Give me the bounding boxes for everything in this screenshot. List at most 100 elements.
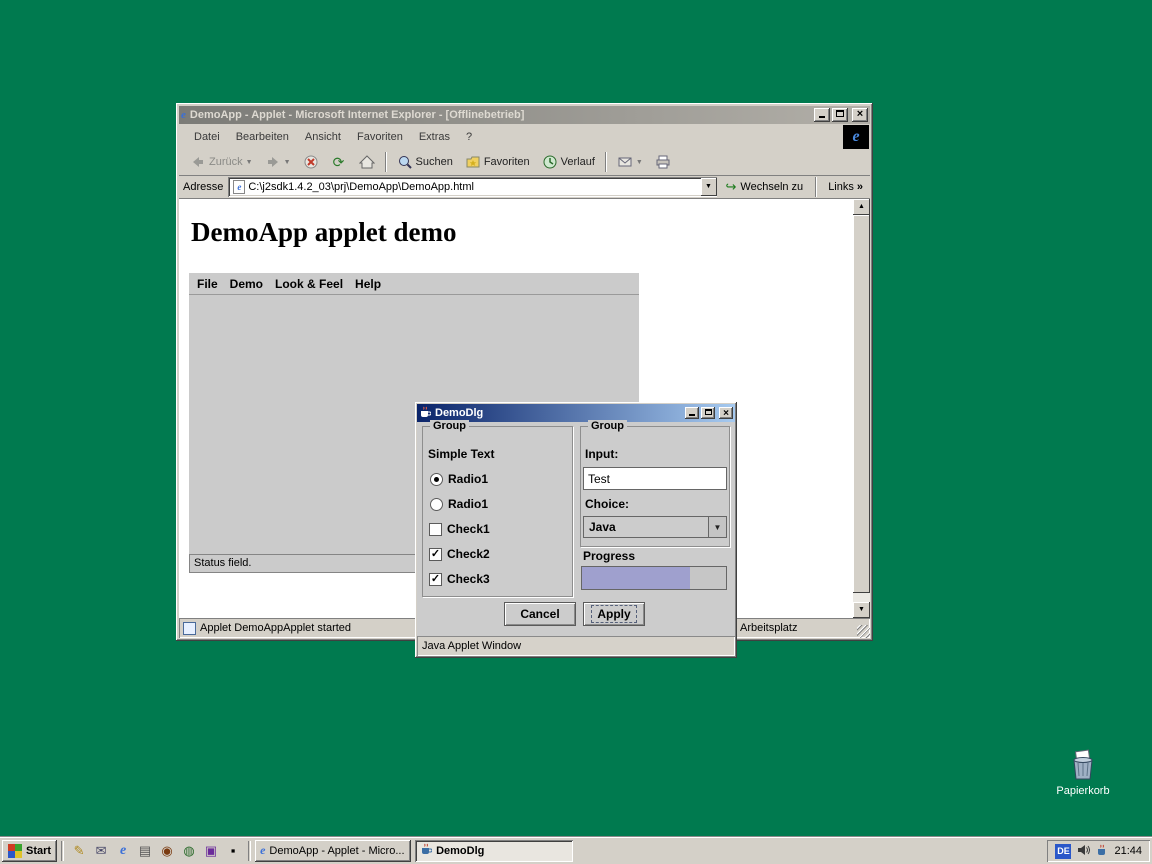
check-option-3[interactable]: ✓ Check3 [429, 571, 490, 587]
taskbar-clock[interactable]: 21:44 [1114, 845, 1142, 857]
ie-window-title: DemoApp - Applet - Microsoft Internet Ex… [190, 109, 814, 121]
apply-button[interactable]: Apply [583, 602, 645, 626]
toolbar-separator [385, 152, 387, 172]
resize-grip[interactable] [857, 625, 870, 638]
checkbox-label: Check3 [447, 572, 490, 586]
maximize-button[interactable] [832, 108, 848, 122]
favorites-label: Favoriten [484, 156, 530, 168]
dialog-close-button[interactable]: × [719, 407, 733, 419]
volume-icon[interactable] [1077, 844, 1090, 859]
address-input[interactable] [248, 179, 700, 195]
quicklaunch-globe-icon[interactable]: ◍ [180, 842, 198, 860]
checkbox-icon[interactable]: ✓ [429, 523, 442, 536]
menu-favoriten[interactable]: Favoriten [350, 129, 410, 145]
check-option-2[interactable]: ✓ Check2 [429, 546, 490, 562]
close-button[interactable]: × [852, 108, 868, 122]
vertical-scrollbar[interactable]: ▲ ▼ [853, 199, 870, 618]
quicklaunch-mail-icon[interactable]: ✉ [92, 842, 110, 860]
java-task-icon [420, 843, 432, 858]
address-label: Adresse [183, 181, 223, 193]
applet-menu-demo[interactable]: Demo [224, 277, 269, 291]
quicklaunch-ie-icon[interactable]: e [114, 842, 132, 860]
recycle-bin[interactable]: Papierkorb [1053, 748, 1113, 797]
taskbar-task-demoapp[interactable]: e DemoApp - Applet - Micro... [255, 840, 411, 862]
menu-bearbeiten[interactable]: Bearbeiten [229, 129, 296, 145]
stop-icon [303, 154, 319, 170]
back-button[interactable]: Zurück ▼ [185, 150, 258, 174]
right-group-box: Group Input: Choice: Java ▼ [580, 426, 730, 547]
applet-menu-help[interactable]: Help [349, 277, 387, 291]
input-field[interactable] [583, 467, 727, 490]
links-chevron-icon: » [857, 181, 863, 193]
radio-icon[interactable] [430, 498, 443, 511]
favorites-button[interactable]: Favoriten [460, 150, 535, 174]
applet-menu-file[interactable]: File [191, 277, 224, 291]
menu-extras[interactable]: Extras [412, 129, 457, 145]
address-dropdown-button[interactable]: ▼ [701, 178, 717, 196]
menu-datei[interactable]: Datei [187, 129, 227, 145]
desktop: { "desktop": { "recycle_bin_label": "Pap… [0, 0, 1152, 864]
print-button[interactable] [650, 150, 676, 174]
radio-icon[interactable] [430, 473, 443, 486]
forward-icon [265, 154, 281, 170]
stop-button[interactable] [298, 150, 324, 174]
favorites-icon [465, 154, 481, 170]
ie-logo-icon: e [843, 125, 869, 149]
menu-ansicht[interactable]: Ansicht [298, 129, 348, 145]
radio-label: Radio1 [448, 497, 488, 511]
ie-titlebar[interactable]: e DemoApp - Applet - Microsoft Internet … [179, 106, 870, 124]
quicklaunch-console-icon[interactable]: ▪ [224, 842, 242, 860]
search-icon [397, 154, 413, 170]
radio-label: Radio1 [448, 472, 488, 486]
task-label: DemoApp - Applet - Micro... [269, 845, 404, 857]
go-button[interactable]: ↪ Wechseln zu [722, 179, 808, 195]
mail-dropdown-icon[interactable]: ▼ [636, 159, 643, 166]
ie-menubar: Datei Bearbeiten Ansicht Favoriten Extra… [179, 125, 870, 149]
radio-option-1[interactable]: Radio1 [430, 471, 488, 487]
cancel-button[interactable]: Cancel [504, 602, 576, 626]
menu-hilfe[interactable]: ? [459, 129, 479, 145]
forward-button[interactable]: ▼ [260, 150, 296, 174]
quicklaunch-document-icon[interactable]: ▤ [136, 842, 154, 860]
taskbar: Start ✎ ✉ e ▤ ◉ ◍ ▣ ▪ e DemoApp - Applet… [0, 836, 1152, 864]
recycle-bin-label: Papierkorb [1053, 785, 1113, 797]
home-button[interactable] [354, 150, 380, 174]
taskbar-task-demodlg[interactable]: DemoDlg [415, 840, 573, 862]
back-dropdown-icon[interactable]: ▼ [246, 159, 253, 166]
start-button[interactable]: Start [2, 840, 57, 862]
progress-bar [581, 566, 727, 590]
checkbox-icon[interactable]: ✓ [429, 573, 442, 586]
radio-option-2[interactable]: Radio1 [430, 496, 488, 512]
minimize-button[interactable] [814, 108, 830, 122]
java-tray-icon[interactable] [1096, 844, 1108, 859]
search-button[interactable]: Suchen [392, 150, 458, 174]
scroll-up-button[interactable]: ▲ [853, 199, 870, 215]
history-button[interactable]: Verlauf [537, 150, 600, 174]
scrollbar-thumb[interactable] [853, 215, 870, 593]
page-icon: e [233, 180, 245, 194]
checkbox-icon[interactable]: ✓ [429, 548, 442, 561]
mail-button[interactable]: ▼ [612, 150, 648, 174]
choice-combobox[interactable]: Java ▼ [583, 516, 727, 538]
scroll-down-button[interactable]: ▼ [853, 602, 870, 618]
windows-logo-icon [8, 844, 22, 858]
print-icon [655, 154, 671, 170]
combo-dropdown-icon[interactable]: ▼ [708, 517, 726, 537]
links-button[interactable]: Links » [825, 181, 866, 193]
dialog-maximize-button[interactable] [701, 407, 715, 419]
address-field[interactable]: e ▼ [228, 177, 716, 197]
right-group-label: Group [588, 420, 627, 432]
applet-menubar: File Demo Look & Feel Help [189, 273, 639, 295]
quicklaunch-app-icon[interactable]: ▣ [202, 842, 220, 860]
quicklaunch-edit-icon[interactable]: ✎ [70, 842, 88, 860]
task-label: DemoDlg [436, 845, 484, 857]
check-option-1[interactable]: ✓ Check1 [429, 521, 490, 537]
quicklaunch-eye-icon[interactable]: ◉ [158, 842, 176, 860]
language-indicator[interactable]: DE [1055, 844, 1071, 859]
scrollbar-track[interactable] [853, 215, 870, 602]
progress-label: Progress [583, 549, 635, 563]
refresh-button[interactable]: ⟳ [326, 150, 352, 174]
applet-menu-lookfeel[interactable]: Look & Feel [269, 277, 349, 291]
forward-dropdown-icon[interactable]: ▼ [284, 159, 291, 166]
dialog-minimize-button[interactable] [685, 407, 699, 419]
